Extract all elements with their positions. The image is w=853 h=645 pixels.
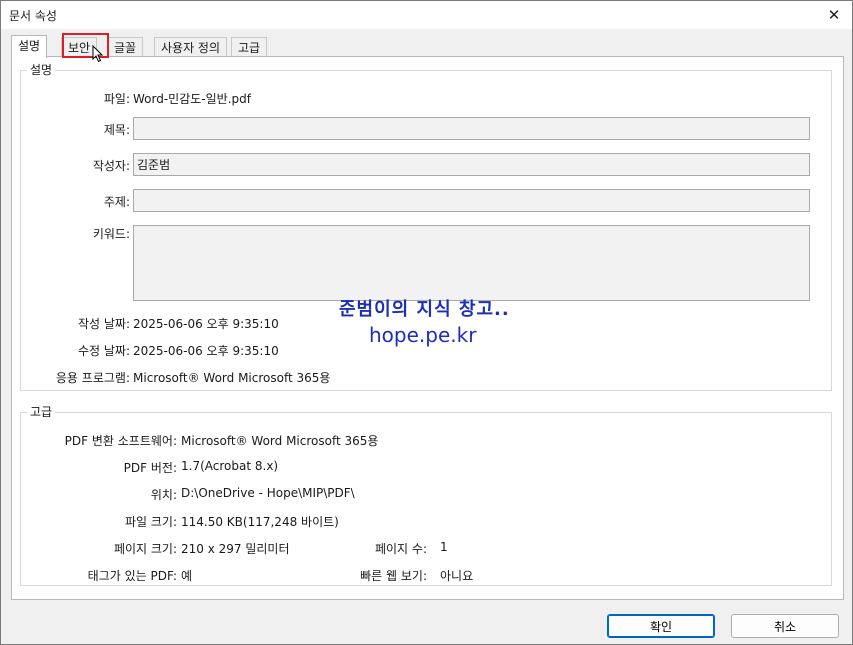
page-size-value: 210 x 297 밀리미터 — [181, 542, 290, 556]
watermark-line-2: hope.pe.kr — [369, 323, 477, 347]
created-label: 작성 날짜: — [77, 317, 130, 331]
pdf-producer-label: PDF 변환 소프트웨어: — [64, 434, 177, 448]
fast-web-view-label: 빠른 웹 보기: — [360, 569, 427, 583]
tab-custom[interactable]: 사용자 정의 — [154, 37, 228, 56]
watermark-line-1: 준범이의 지식 창고.. — [339, 299, 510, 320]
tagged-pdf-value: 예 — [181, 569, 193, 583]
title-bar: 문서 속성 ✕ — [1, 1, 852, 29]
title-label: 제목: — [103, 123, 130, 137]
file-value: Word-민감도-일반.pdf — [133, 92, 251, 106]
ok-button[interactable]: 확인 — [607, 614, 715, 638]
pdf-producer-value: Microsoft® Word Microsoft 365용 — [181, 434, 379, 448]
watermark: 준범이의 지식 창고.. hope.pe.kr — [339, 295, 539, 347]
file-size-label: 파일 크기: — [124, 515, 177, 529]
file-size-value: 114.50 KB(117,248 바이트) — [181, 515, 339, 529]
advanced-group-legend: 고급 — [27, 405, 56, 419]
application-value: Microsoft® Word Microsoft 365용 — [133, 371, 331, 385]
keywords-field[interactable] — [133, 225, 810, 301]
modified-value: 2025-06-06 오후 9:35:10 — [133, 344, 279, 358]
created-value: 2025-06-06 오후 9:35:10 — [133, 317, 279, 331]
tab-advanced[interactable]: 고급 — [231, 37, 268, 56]
cancel-button[interactable]: 취소 — [731, 614, 839, 638]
tab-fonts[interactable]: 글꼴 — [107, 37, 144, 56]
author-field[interactable] — [133, 153, 810, 176]
pdf-version-label: PDF 버전: — [123, 461, 177, 475]
keywords-label: 키워드: — [92, 227, 130, 241]
location-value: D:\OneDrive - Hope\MIP\PDF\ — [181, 486, 355, 500]
tab-description[interactable]: 설명 — [11, 35, 48, 58]
title-field[interactable] — [133, 117, 810, 140]
mouse-cursor-icon — [92, 45, 104, 63]
application-label: 응용 프로그램: — [55, 371, 130, 385]
subject-field[interactable] — [133, 189, 810, 212]
file-label: 파일: — [103, 92, 130, 106]
page-count-label: 페이지 수: — [374, 542, 427, 556]
pdf-version-value: 1.7(Acrobat 8.x) — [181, 459, 279, 473]
description-group-legend: 설명 — [27, 63, 56, 77]
advanced-group: 고급 PDF 변환 소프트웨어: Microsoft® Word Microso… — [20, 405, 832, 586]
fast-web-view-value: 아니요 — [440, 569, 474, 583]
modified-label: 수정 날짜: — [77, 344, 130, 358]
document-properties-dialog: 문서 속성 ✕ 설명 보안 글꼴 사용자 정의 고급 설명 파일: Word-민… — [0, 0, 853, 645]
close-icon[interactable]: ✕ — [816, 1, 852, 29]
page-count-value: 1 — [440, 540, 448, 554]
subject-label: 주제: — [103, 195, 130, 209]
location-label: 위치: — [150, 488, 177, 502]
page-size-label: 페이지 크기: — [113, 542, 177, 556]
author-label: 작성자: — [92, 159, 130, 173]
window-title: 문서 속성 — [9, 9, 57, 23]
tagged-pdf-label: 태그가 있는 PDF: — [87, 569, 177, 583]
